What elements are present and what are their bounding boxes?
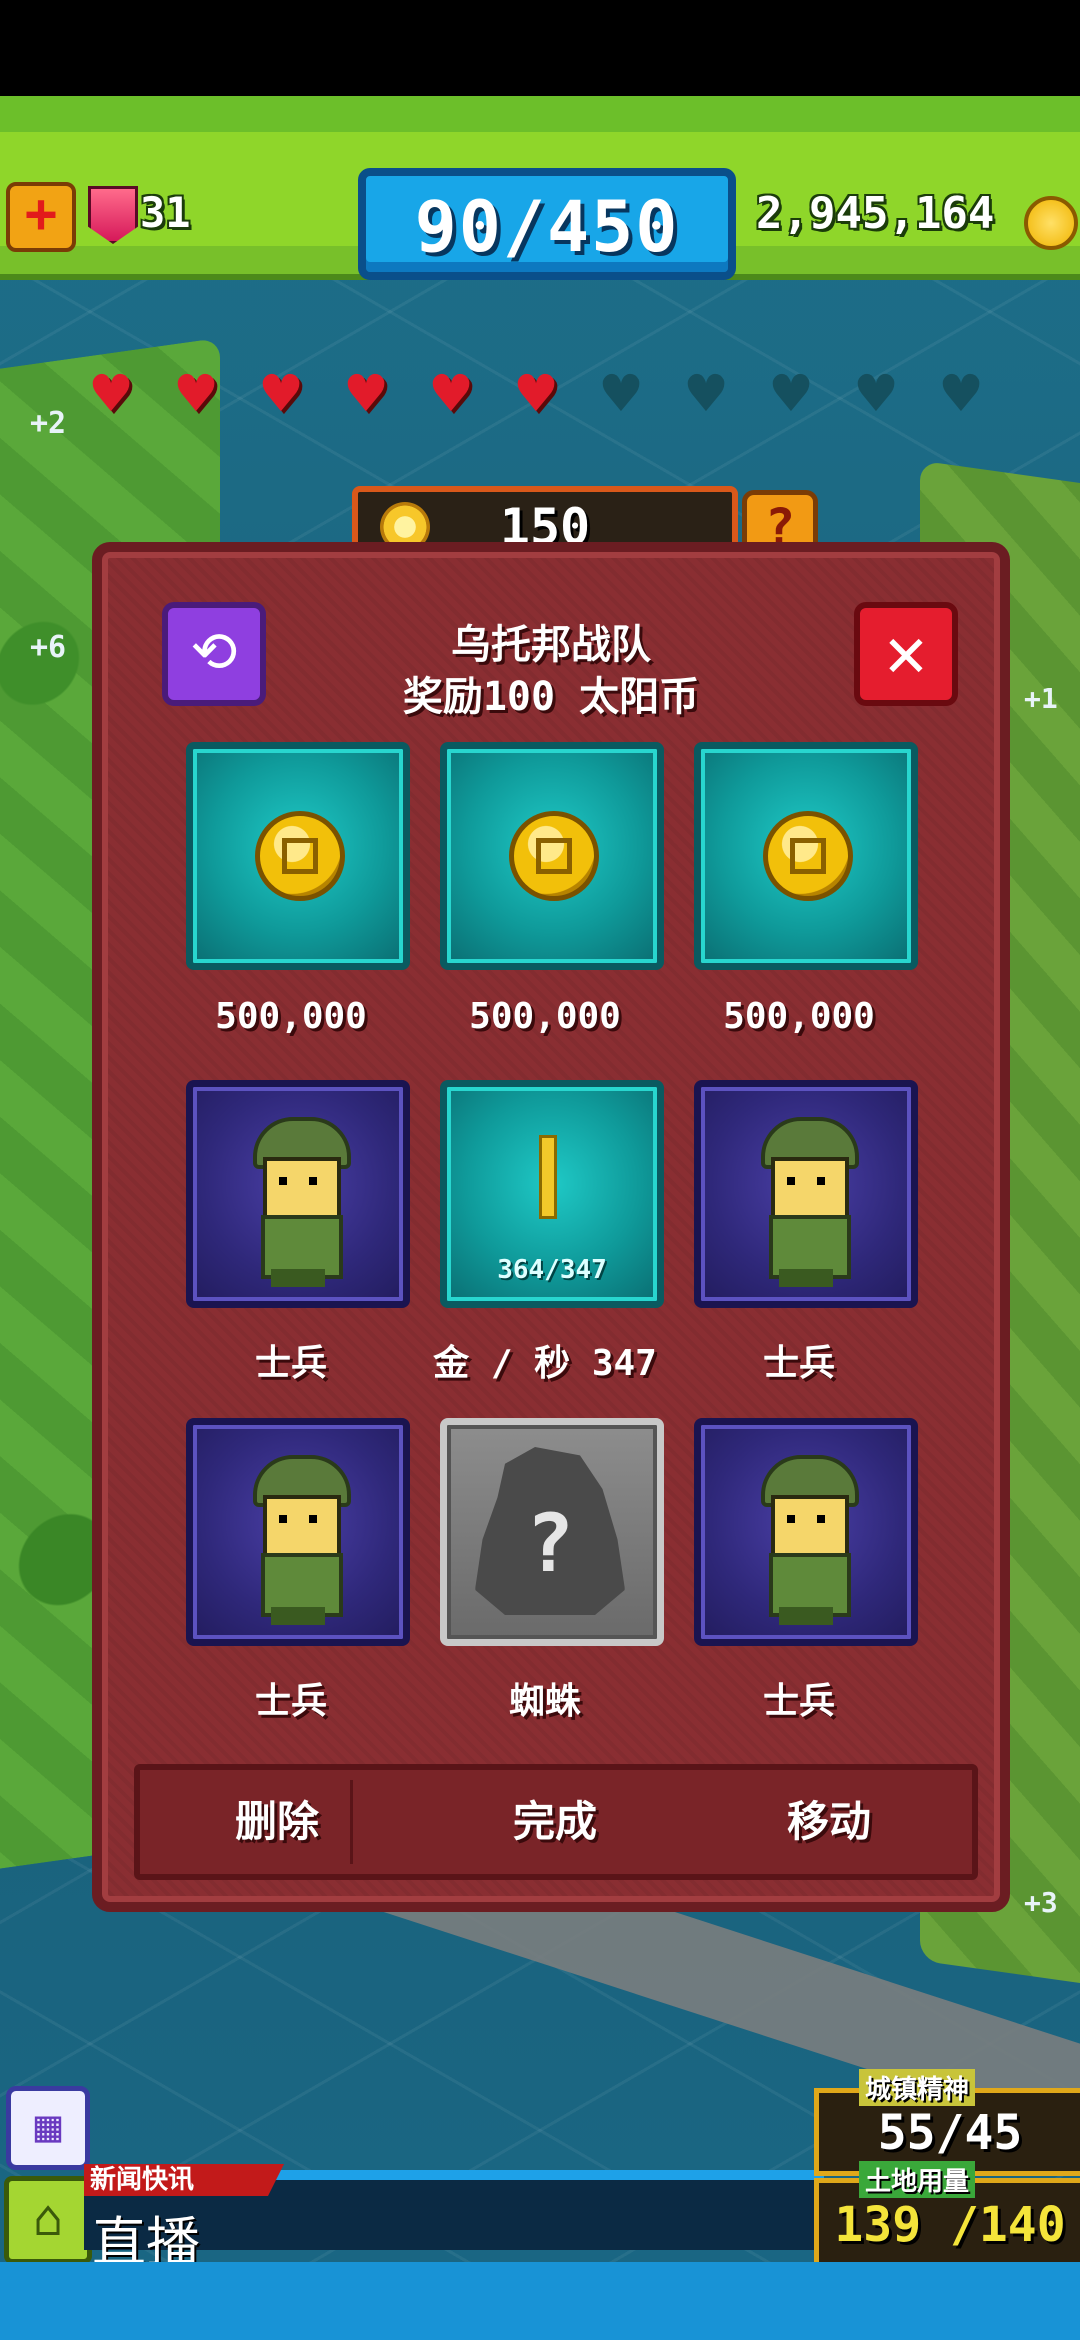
slot-label: 500,000 [215, 996, 367, 1037]
population-count: 90/450 [414, 186, 680, 268]
unknown-creature-icon: ? [475, 1447, 625, 1615]
land-usage-label: 土地用量 [859, 2161, 976, 2198]
town-spirit-value: 55/45 [877, 2105, 1023, 2161]
heart-icon: ♥ [262, 357, 300, 430]
heart-icon: ♥ [857, 357, 895, 430]
heart-icon: ♥ [687, 357, 725, 430]
heart-icon: ♥ [517, 357, 555, 430]
gem-count: 31 [140, 188, 191, 237]
slot-label: 士兵 [254, 1681, 327, 1722]
bottom-strip [0, 2262, 1080, 2340]
soldier-slot[interactable] [186, 1080, 410, 1308]
map-bonus-label: +3 [1024, 1886, 1058, 1919]
status-bar [0, 0, 1080, 96]
soldier-icon [751, 1455, 861, 1625]
slot-label: 蜘蛛 [508, 1681, 581, 1722]
reward-slot[interactable] [186, 742, 410, 970]
slot-label: 士兵 [254, 1343, 327, 1384]
delete-button[interactable]: 删除 [140, 1770, 414, 1874]
soldier-icon [243, 1455, 353, 1625]
stack-slot[interactable]: 364/347 [440, 1080, 664, 1308]
calendar-icon[interactable]: ▦ [6, 2086, 90, 2170]
gem-icon [88, 186, 138, 244]
team-dialog: ⟲ 乌托邦战队 奖励100 太阳币 ✕ 500,000 500,000 500,… [92, 542, 1010, 1912]
soldier-slot[interactable] [694, 1080, 918, 1308]
map-bonus-label: +1 [1024, 682, 1058, 715]
soldier-icon [243, 1117, 353, 1287]
coin-icon [255, 811, 345, 901]
heart-icon: ♥ [177, 357, 215, 430]
soldier-slot[interactable] [694, 1418, 918, 1646]
reward-slot[interactable] [694, 742, 918, 970]
town-spirit-label: 城镇精神 [859, 2069, 976, 2106]
heart-icon: ♥ [432, 357, 470, 430]
heart-icon: ♥ [942, 357, 980, 430]
land-usage-box[interactable]: 土地用量 139 /140 [814, 2161, 1080, 2270]
plus-icon[interactable]: + [6, 182, 76, 252]
map-bonus-label: +2 [30, 406, 67, 441]
slot-label: 500,000 [723, 996, 875, 1037]
complete-button[interactable]: 完成 [418, 1770, 692, 1874]
locked-slot[interactable]: ? [440, 1418, 664, 1646]
news-label: 新闻快讯 [84, 2164, 284, 2196]
land-usage-value: 139 /140 [834, 2197, 1066, 2253]
heart-icon: ♥ [92, 357, 130, 430]
money-count: 2,945,164 [756, 188, 995, 239]
coin-icon [1024, 196, 1078, 250]
slot-label: 士兵 [762, 1681, 835, 1722]
slot-label: 士兵 [762, 1343, 835, 1384]
slot-label: 金 / 秒 347 [433, 1343, 657, 1384]
dialog-action-bar: 删除 完成 移动 [134, 1764, 978, 1880]
home-icon[interactable]: ⌂ [4, 2176, 92, 2264]
population-box[interactable]: 90/450 [358, 168, 736, 280]
heart-icon: ♥ [347, 357, 385, 430]
heart-icon: ♥ [602, 357, 640, 430]
slot-label: 500,000 [469, 996, 621, 1037]
soldier-icon [751, 1117, 861, 1287]
soldier-slot[interactable] [186, 1418, 410, 1646]
coin-icon [763, 811, 853, 901]
gold-bar-icon [539, 1135, 557, 1219]
move-button[interactable]: 移动 [692, 1770, 966, 1874]
heart-icon: ♥ [772, 357, 810, 430]
happiness-hearts: ♥ ♥ ♥ ♥ ♥ ♥ ♥ ♥ ♥ ♥ ♥ [80, 357, 1020, 430]
coin-icon [509, 811, 599, 901]
map-bonus-label: +6 [30, 630, 67, 665]
slot-ratio: 364/347 [497, 1255, 607, 1285]
reward-slot[interactable] [440, 742, 664, 970]
close-icon[interactable]: ✕ [854, 602, 958, 706]
